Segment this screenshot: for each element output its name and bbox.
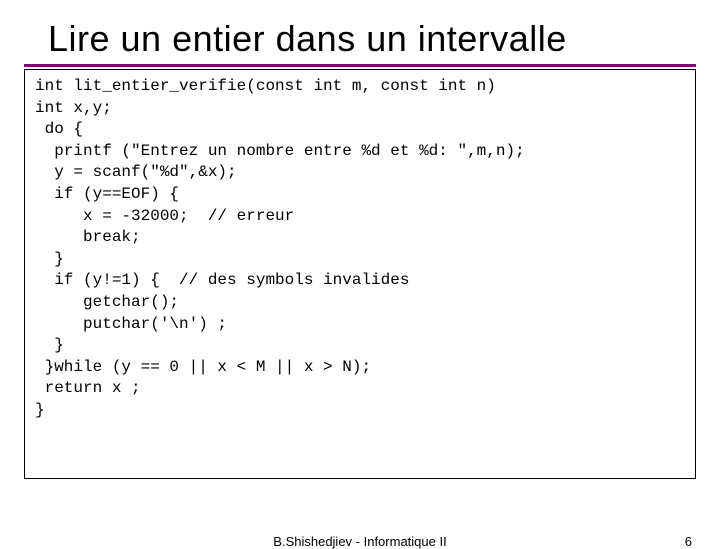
footer-page-number: 6 (685, 534, 692, 549)
slide: Lire un entier dans un intervalle int li… (0, 0, 720, 540)
code-block: int lit_entier_verifie(const int m, cons… (35, 76, 685, 422)
title-underline (24, 64, 696, 67)
footer-author: B.Shishedjiev - Informatique II (0, 534, 720, 549)
slide-title: Lire un entier dans un intervalle (48, 18, 696, 60)
code-box: int lit_entier_verifie(const int m, cons… (24, 69, 696, 479)
